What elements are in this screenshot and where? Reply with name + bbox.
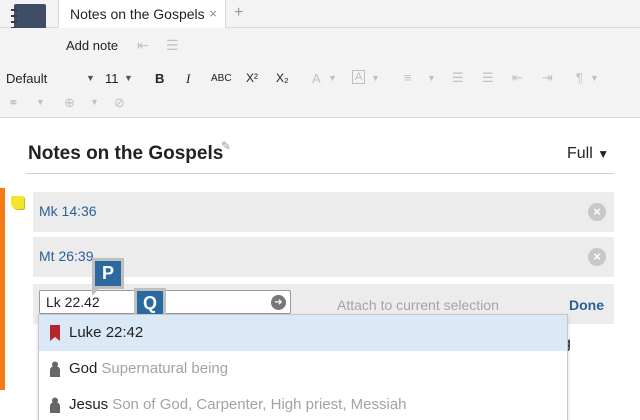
link-chevron-down-icon[interactable]: ▼ bbox=[36, 97, 45, 107]
suggestion-title: Luke 22:42 bbox=[69, 324, 144, 341]
suggestion-description: Son of God, Carpenter, High priest, Mess… bbox=[112, 396, 407, 413]
clear-formatting-icon[interactable]: ⊘ bbox=[114, 95, 125, 111]
italic-button[interactable]: I bbox=[186, 71, 190, 87]
remove-reference-icon[interactable]: × bbox=[588, 248, 606, 266]
small-caps-button[interactable]: ABC bbox=[211, 73, 232, 84]
view-mode-select[interactable]: Full ▼ bbox=[567, 145, 609, 163]
suggestion-item[interactable]: Luke 22:42 bbox=[39, 315, 567, 351]
font-size-chevron-down-icon[interactable]: ▼ bbox=[124, 73, 133, 83]
page-title: Notes on the Gospels bbox=[28, 143, 224, 164]
tab-close-icon[interactable]: × bbox=[209, 6, 217, 21]
globe-icon[interactable]: ⊕ bbox=[64, 95, 75, 111]
font-family-chevron-down-icon[interactable]: ▼ bbox=[86, 73, 95, 83]
font-family-select[interactable]: Default bbox=[6, 71, 47, 86]
numbered-list-icon[interactable]: ☰ bbox=[482, 70, 494, 86]
suggestion-dropdown: Luke 22:42 God Supernatural being Jesus So… bbox=[38, 314, 568, 420]
go-arrow-icon[interactable]: ➜ bbox=[271, 295, 286, 310]
view-mode-label: Full bbox=[567, 145, 593, 162]
note-accent-bar bbox=[0, 188, 5, 390]
align-icon[interactable]: ≡ bbox=[404, 70, 412, 85]
sticky-note-icon[interactable] bbox=[11, 196, 24, 209]
add-note-button[interactable]: Add note bbox=[66, 38, 118, 53]
pencil-icon[interactable]: ✎ bbox=[221, 139, 231, 153]
suggestion-description: Supernatural being bbox=[101, 360, 229, 377]
keytip-badge-p: P bbox=[92, 258, 124, 296]
note-toolbar: Add note ⇤ ☰ bbox=[0, 28, 640, 64]
tab-strip: Notes on the Gospels × + bbox=[0, 0, 640, 28]
remove-reference-icon[interactable]: × bbox=[588, 203, 606, 221]
subscript-button[interactable]: X₂ bbox=[276, 71, 289, 85]
reference-link[interactable]: Mk 14:36 bbox=[39, 203, 97, 219]
bold-button[interactable]: B bbox=[155, 71, 164, 86]
tab-label: Notes on the Gospels bbox=[70, 6, 205, 22]
bulleted-list-icon[interactable]: ☰ bbox=[452, 70, 464, 86]
person-icon bbox=[50, 397, 60, 413]
text-color-button[interactable]: A bbox=[312, 71, 321, 86]
app-window: Notes on the Gospels × + Add note ⇤ ☰ De… bbox=[0, 0, 640, 420]
suggestion-title: God bbox=[69, 360, 98, 377]
attach-to-selection-label: Attach to current selection bbox=[337, 297, 499, 313]
done-button[interactable]: Done bbox=[569, 297, 604, 313]
format-toolbar: Default ▼ 11 ▼ B I ABC X² X₂ A ▼ A ▼ ≡ ▼… bbox=[0, 64, 640, 118]
reference-row: Mk 14:36 × bbox=[33, 192, 614, 232]
view-mode-chevron-down-icon: ▼ bbox=[597, 147, 610, 161]
person-icon bbox=[50, 361, 60, 377]
link-icon[interactable]: ⚭ bbox=[8, 95, 19, 111]
highlight-button[interactable]: A bbox=[352, 70, 366, 84]
indent-icon[interactable]: ☰ bbox=[166, 37, 179, 54]
globe-chevron-down-icon[interactable]: ▼ bbox=[90, 97, 99, 107]
bookmark-icon bbox=[50, 325, 60, 341]
align-chevron-down-icon[interactable]: ▼ bbox=[427, 73, 436, 83]
text-color-chevron-down-icon[interactable]: ▼ bbox=[328, 73, 337, 83]
decrease-indent-icon[interactable]: ⇤ bbox=[512, 70, 523, 86]
outdent-icon[interactable]: ⇤ bbox=[137, 37, 149, 54]
suggestion-item[interactable]: Jesus Son of God, Carpenter, High priest,… bbox=[39, 387, 567, 420]
reference-link[interactable]: Mt 26:39 bbox=[39, 248, 93, 264]
highlight-chevron-down-icon[interactable]: ▼ bbox=[371, 73, 380, 83]
superscript-button[interactable]: X² bbox=[246, 71, 258, 85]
paragraph-icon[interactable]: ¶ bbox=[576, 70, 583, 85]
new-tab-icon[interactable]: + bbox=[234, 4, 243, 22]
tab-notes-on-the-gospels[interactable]: Notes on the Gospels × bbox=[58, 0, 226, 28]
paragraph-chevron-down-icon[interactable]: ▼ bbox=[590, 73, 599, 83]
font-size-select[interactable]: 11 bbox=[105, 71, 119, 86]
divider bbox=[26, 173, 614, 174]
increase-indent-icon[interactable]: ⇥ bbox=[542, 70, 553, 86]
suggestion-item[interactable]: God Supernatural being bbox=[39, 351, 567, 387]
suggestion-title: Jesus bbox=[69, 396, 109, 413]
